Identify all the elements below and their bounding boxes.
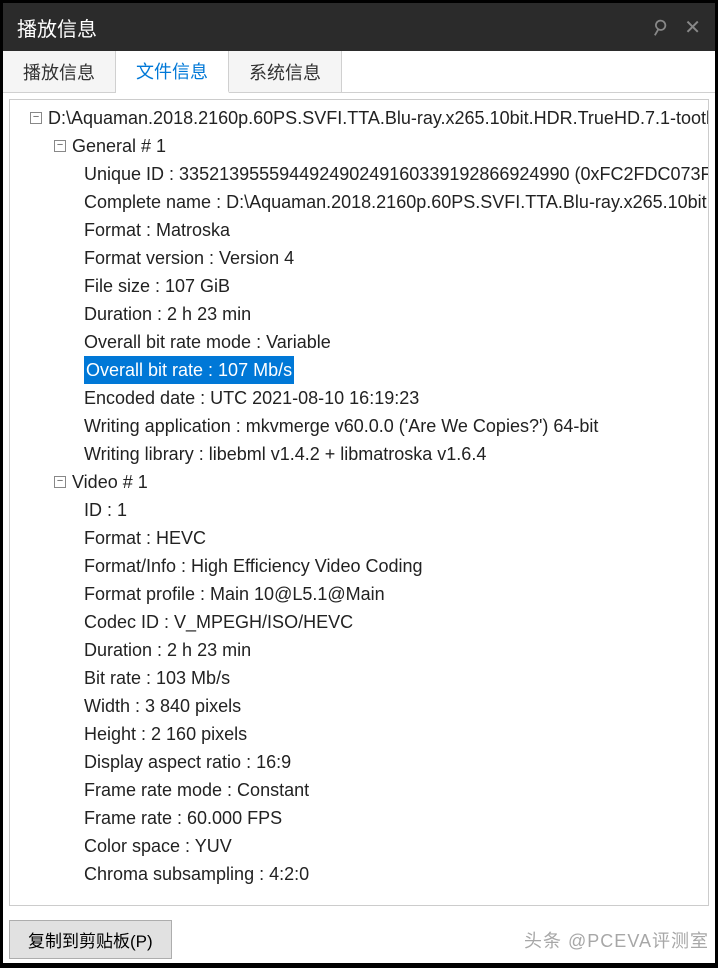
tree-item[interactable]: Color space : YUV: [10, 832, 709, 860]
tree-item[interactable]: Bit rate : 103 Mb/s: [10, 664, 709, 692]
tree-item[interactable]: Overall bit rate mode : Variable: [10, 328, 709, 356]
tree-item-text: Frame rate mode : Constant: [84, 776, 309, 804]
tree-item[interactable]: Format profile : Main 10@L5.1@Main: [10, 580, 709, 608]
tree-item-text: Duration : 2 h 23 min: [84, 300, 251, 328]
tab-label: 文件信息: [136, 58, 208, 84]
titlebar: 播放信息 ⚲ ✕: [3, 3, 715, 51]
tree-item-text: Format version : Version 4: [84, 244, 294, 272]
tree-item-text: Format profile : Main 10@L5.1@Main: [84, 580, 385, 608]
pin-icon[interactable]: ⚲: [646, 13, 671, 42]
tree-item-text: Format/Info : High Efficiency Video Codi…: [84, 552, 423, 580]
tree-item[interactable]: Complete name : D:\Aquaman.2018.2160p.60…: [10, 188, 709, 216]
tree-item[interactable]: Width : 3 840 pixels: [10, 692, 709, 720]
tree-root-label: D:\Aquaman.2018.2160p.60PS.SVFI.TTA.Blu-…: [48, 104, 709, 132]
tree-item[interactable]: Format/Info : High Efficiency Video Codi…: [10, 552, 709, 580]
tree-section-node[interactable]: −General # 1: [10, 132, 709, 160]
tree-item-text: Writing application : mkvmerge v60.0.0 (…: [84, 412, 598, 440]
tree-item-text: Encoded date : UTC 2021-08-10 16:19:23: [84, 384, 419, 412]
tree-item[interactable]: Display aspect ratio : 16:9: [10, 748, 709, 776]
content-wrapper: −D:\Aquaman.2018.2160p.60PS.SVFI.TTA.Blu…: [3, 93, 715, 912]
window-title: 播放信息: [17, 13, 97, 42]
titlebar-controls: ⚲ ✕: [652, 15, 701, 40]
tree-item[interactable]: Height : 2 160 pixels: [10, 720, 709, 748]
tabbar: 播放信息 文件信息 系统信息: [3, 51, 715, 93]
tab-file-info[interactable]: 文件信息: [116, 51, 229, 93]
tree-item[interactable]: Overall bit rate : 107 Mb/s: [10, 356, 709, 384]
close-icon[interactable]: ✕: [684, 15, 701, 40]
tree-toggle-icon[interactable]: −: [54, 476, 66, 488]
tree-item-text: Format : Matroska: [84, 216, 230, 244]
tree-item-text: Codec ID : V_MPEGH/ISO/HEVC: [84, 608, 353, 636]
tree-item-text: Width : 3 840 pixels: [84, 692, 241, 720]
tab-playback-info[interactable]: 播放信息: [3, 51, 116, 92]
tree-item-text: Chroma subsampling : 4:2:0: [84, 860, 309, 888]
tree-item-text: Writing library : libebml v1.4.2 + libma…: [84, 440, 486, 468]
tree-item-text: Complete name : D:\Aquaman.2018.2160p.60…: [84, 188, 709, 216]
tree-item[interactable]: Format : Matroska: [10, 216, 709, 244]
tree-item-text: Color space : YUV: [84, 832, 232, 860]
copy-to-clipboard-button[interactable]: 复制到剪贴板(P): [9, 920, 172, 959]
tree-item-text: ID : 1: [84, 496, 127, 524]
tree-item[interactable]: Format : HEVC: [10, 524, 709, 552]
tree-item-text: Duration : 2 h 23 min: [84, 636, 251, 664]
tree-toggle-icon[interactable]: −: [30, 112, 42, 124]
tab-label: 播放信息: [23, 59, 95, 85]
tree-item[interactable]: File size : 107 GiB: [10, 272, 709, 300]
tab-label: 系统信息: [249, 59, 321, 85]
tree-item[interactable]: Writing library : libebml v1.4.2 + libma…: [10, 440, 709, 468]
window-frame: 播放信息 ⚲ ✕ 播放信息 文件信息 系统信息 −D:\Aquaman.2018…: [2, 2, 716, 964]
tree-item-text-selected: Overall bit rate : 107 Mb/s: [84, 356, 294, 384]
tree-item[interactable]: Frame rate : 60.000 FPS: [10, 804, 709, 832]
tree-item-text: Frame rate : 60.000 FPS: [84, 804, 282, 832]
tree-item[interactable]: Duration : 2 h 23 min: [10, 636, 709, 664]
tree-item-text: Bit rate : 103 Mb/s: [84, 664, 230, 692]
tree-item[interactable]: Frame rate mode : Constant: [10, 776, 709, 804]
tree-item[interactable]: Duration : 2 h 23 min: [10, 300, 709, 328]
tree-scroll-container[interactable]: −D:\Aquaman.2018.2160p.60PS.SVFI.TTA.Blu…: [9, 99, 709, 906]
bottom-bar: 复制到剪贴板(P) 头条 @PCEVA评测室: [3, 912, 715, 963]
watermark-text: 头条 @PCEVA评测室: [524, 927, 709, 953]
tree-item-text: Unique ID : 3352139555944924902491603391…: [84, 160, 709, 188]
tree-item[interactable]: Chroma subsampling : 4:2:0: [10, 860, 709, 888]
tree-item[interactable]: Codec ID : V_MPEGH/ISO/HEVC: [10, 608, 709, 636]
tree-toggle-icon[interactable]: −: [54, 140, 66, 152]
tree-section-label: General # 1: [72, 132, 166, 160]
tree-section-label: Video # 1: [72, 468, 148, 496]
tree-item-text: File size : 107 GiB: [84, 272, 230, 300]
tree-item[interactable]: Writing application : mkvmerge v60.0.0 (…: [10, 412, 709, 440]
tab-system-info[interactable]: 系统信息: [229, 51, 342, 92]
tree-item[interactable]: Format version : Version 4: [10, 244, 709, 272]
tree-item-text: Format : HEVC: [84, 524, 206, 552]
tree-item-text: Height : 2 160 pixels: [84, 720, 247, 748]
tree-item[interactable]: Unique ID : 3352139555944924902491603391…: [10, 160, 709, 188]
tree-item-text: Overall bit rate mode : Variable: [84, 328, 331, 356]
tree-section-node[interactable]: −Video # 1: [10, 468, 709, 496]
tree-item-text: Display aspect ratio : 16:9: [84, 748, 291, 776]
tree-item[interactable]: ID : 1: [10, 496, 709, 524]
tree-item[interactable]: Encoded date : UTC 2021-08-10 16:19:23: [10, 384, 709, 412]
tree-root-node[interactable]: −D:\Aquaman.2018.2160p.60PS.SVFI.TTA.Blu…: [10, 104, 709, 132]
info-tree: −D:\Aquaman.2018.2160p.60PS.SVFI.TTA.Blu…: [10, 100, 709, 892]
